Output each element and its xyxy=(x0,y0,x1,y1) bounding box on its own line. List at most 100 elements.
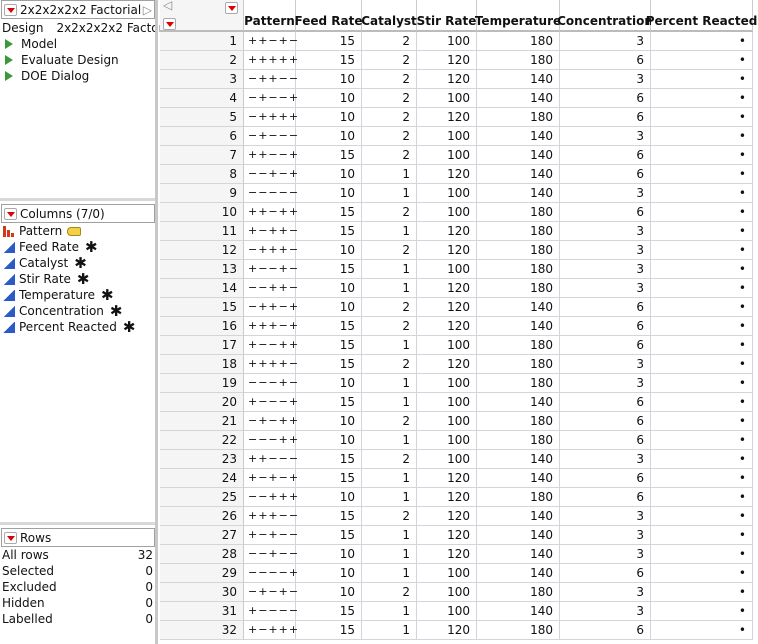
cell-concentration[interactable]: 6 xyxy=(560,336,651,355)
cell-percent-reacted[interactable]: • xyxy=(651,279,753,298)
row-number[interactable]: 27 xyxy=(160,526,244,545)
cell-temperature[interactable]: 140 xyxy=(477,564,560,583)
cell-catalyst[interactable]: 1 xyxy=(362,621,417,640)
cell-pattern[interactable]: −−−++ xyxy=(244,431,298,450)
cell-concentration[interactable]: 6 xyxy=(560,89,651,108)
cell-stir-rate[interactable]: 100 xyxy=(417,260,477,279)
cell-percent-reacted[interactable]: • xyxy=(651,51,753,70)
run-script-icon[interactable] xyxy=(5,71,13,81)
cell-percent-reacted[interactable]: • xyxy=(651,298,753,317)
rows-menu-icon[interactable] xyxy=(163,18,176,30)
row-number[interactable]: 17 xyxy=(160,336,244,355)
cell-temperature[interactable]: 180 xyxy=(477,241,560,260)
cell-concentration[interactable]: 3 xyxy=(560,32,651,51)
cell-pattern[interactable]: −++++ xyxy=(244,108,298,127)
cell-percent-reacted[interactable]: • xyxy=(651,602,753,621)
cell-stir-rate[interactable]: 100 xyxy=(417,32,477,51)
cell-feed-rate[interactable]: 15 xyxy=(296,469,362,488)
cell-percent-reacted[interactable]: • xyxy=(651,70,753,89)
cell-stir-rate[interactable]: 120 xyxy=(417,108,477,127)
cell-stir-rate[interactable]: 100 xyxy=(417,393,477,412)
cell-feed-rate[interactable]: 15 xyxy=(296,317,362,336)
row-number[interactable]: 10 xyxy=(160,203,244,222)
cell-stir-rate[interactable]: 100 xyxy=(417,564,477,583)
columns-panel-header[interactable]: Columns (7/0) xyxy=(1,204,155,223)
cell-feed-rate[interactable]: 15 xyxy=(296,51,362,70)
run-script-icon[interactable] xyxy=(5,39,13,49)
table-row[interactable]: 30 −+−+− 10 2 100 180 3 • xyxy=(160,583,758,602)
cell-catalyst[interactable]: 2 xyxy=(362,317,417,336)
row-number[interactable]: 7 xyxy=(160,146,244,165)
table-row[interactable]: 21 −+−++ 10 2 100 180 6 • xyxy=(160,412,758,431)
table-row[interactable]: 15 −++−+ 10 2 120 140 6 • xyxy=(160,298,758,317)
cell-temperature[interactable]: 140 xyxy=(477,602,560,621)
cell-pattern[interactable]: +−−−− xyxy=(244,602,298,621)
row-number[interactable]: 28 xyxy=(160,545,244,564)
cell-temperature[interactable]: 180 xyxy=(477,374,560,393)
cell-catalyst[interactable]: 2 xyxy=(362,70,417,89)
cell-feed-rate[interactable]: 15 xyxy=(296,526,362,545)
cell-pattern[interactable]: +−++− xyxy=(244,222,298,241)
row-number[interactable]: 2 xyxy=(160,51,244,70)
cell-stir-rate[interactable]: 100 xyxy=(417,127,477,146)
table-row[interactable]: 7 ++−−+ 15 2 100 140 6 • xyxy=(160,146,758,165)
cell-catalyst[interactable]: 1 xyxy=(362,184,417,203)
cell-percent-reacted[interactable]: • xyxy=(651,545,753,564)
cell-concentration[interactable]: 3 xyxy=(560,222,651,241)
cell-concentration[interactable]: 3 xyxy=(560,279,651,298)
cell-stir-rate[interactable]: 100 xyxy=(417,583,477,602)
cell-concentration[interactable]: 3 xyxy=(560,241,651,260)
cell-temperature[interactable]: 140 xyxy=(477,298,560,317)
panel-splitter[interactable] xyxy=(155,0,158,644)
red-triangle-menu-icon[interactable] xyxy=(4,531,17,544)
cell-temperature[interactable]: 180 xyxy=(477,355,560,374)
cell-catalyst[interactable]: 1 xyxy=(362,222,417,241)
cell-catalyst[interactable]: 2 xyxy=(362,89,417,108)
cell-feed-rate[interactable]: 10 xyxy=(296,108,362,127)
cell-catalyst[interactable]: 1 xyxy=(362,431,417,450)
column-list-item[interactable]: Stir Rate ✱ xyxy=(0,270,90,288)
cell-pattern[interactable]: +++−− xyxy=(244,507,298,526)
table-row[interactable]: 12 −+++− 10 2 120 180 3 • xyxy=(160,241,758,260)
cell-stir-rate[interactable]: 100 xyxy=(417,146,477,165)
cell-pattern[interactable]: +−−−+ xyxy=(244,393,298,412)
cell-concentration[interactable]: 6 xyxy=(560,621,651,640)
cell-concentration[interactable]: 3 xyxy=(560,127,651,146)
table-row[interactable]: 23 ++−−− 15 2 100 140 3 • xyxy=(160,450,758,469)
cell-temperature[interactable]: 140 xyxy=(477,184,560,203)
cell-temperature[interactable]: 180 xyxy=(477,32,560,51)
cell-concentration[interactable]: 3 xyxy=(560,450,651,469)
row-number[interactable]: 3 xyxy=(160,70,244,89)
row-number[interactable]: 16 xyxy=(160,317,244,336)
cell-temperature[interactable]: 180 xyxy=(477,51,560,70)
row-number[interactable]: 11 xyxy=(160,222,244,241)
row-number[interactable]: 19 xyxy=(160,374,244,393)
cell-stir-rate[interactable]: 100 xyxy=(417,602,477,621)
cell-stir-rate[interactable]: 100 xyxy=(417,431,477,450)
cell-stir-rate[interactable]: 120 xyxy=(417,165,477,184)
cell-catalyst[interactable]: 2 xyxy=(362,108,417,127)
red-triangle-menu-icon[interactable] xyxy=(4,3,17,16)
cell-pattern[interactable]: +++−+ xyxy=(244,317,298,336)
cell-stir-rate[interactable]: 100 xyxy=(417,203,477,222)
row-number[interactable]: 30 xyxy=(160,583,244,602)
cell-stir-rate[interactable]: 100 xyxy=(417,450,477,469)
column-header[interactable]: Stir Rate xyxy=(417,0,477,32)
cell-temperature[interactable]: 140 xyxy=(477,393,560,412)
table-row[interactable]: 31 +−−−− 15 1 100 140 3 • xyxy=(160,602,758,621)
design-property[interactable]: Design 2x2x2x2x2 Factorial xyxy=(2,20,178,36)
cell-pattern[interactable]: +−+−+ xyxy=(244,469,298,488)
row-number[interactable]: 26 xyxy=(160,507,244,526)
row-number[interactable]: 12 xyxy=(160,241,244,260)
cell-temperature[interactable]: 180 xyxy=(477,488,560,507)
cell-concentration[interactable]: 6 xyxy=(560,564,651,583)
columns-menu-icon[interactable] xyxy=(225,2,238,14)
cell-percent-reacted[interactable]: • xyxy=(651,374,753,393)
cell-stir-rate[interactable]: 100 xyxy=(417,89,477,108)
panel-divider[interactable] xyxy=(0,522,156,525)
cell-pattern[interactable]: ++−+− xyxy=(244,32,298,51)
cell-stir-rate[interactable]: 120 xyxy=(417,279,477,298)
cell-percent-reacted[interactable]: • xyxy=(651,317,753,336)
table-row[interactable]: 22 −−−++ 10 1 100 180 6 • xyxy=(160,431,758,450)
table-row[interactable]: 2 +++++ 15 2 120 180 6 • xyxy=(160,51,758,70)
